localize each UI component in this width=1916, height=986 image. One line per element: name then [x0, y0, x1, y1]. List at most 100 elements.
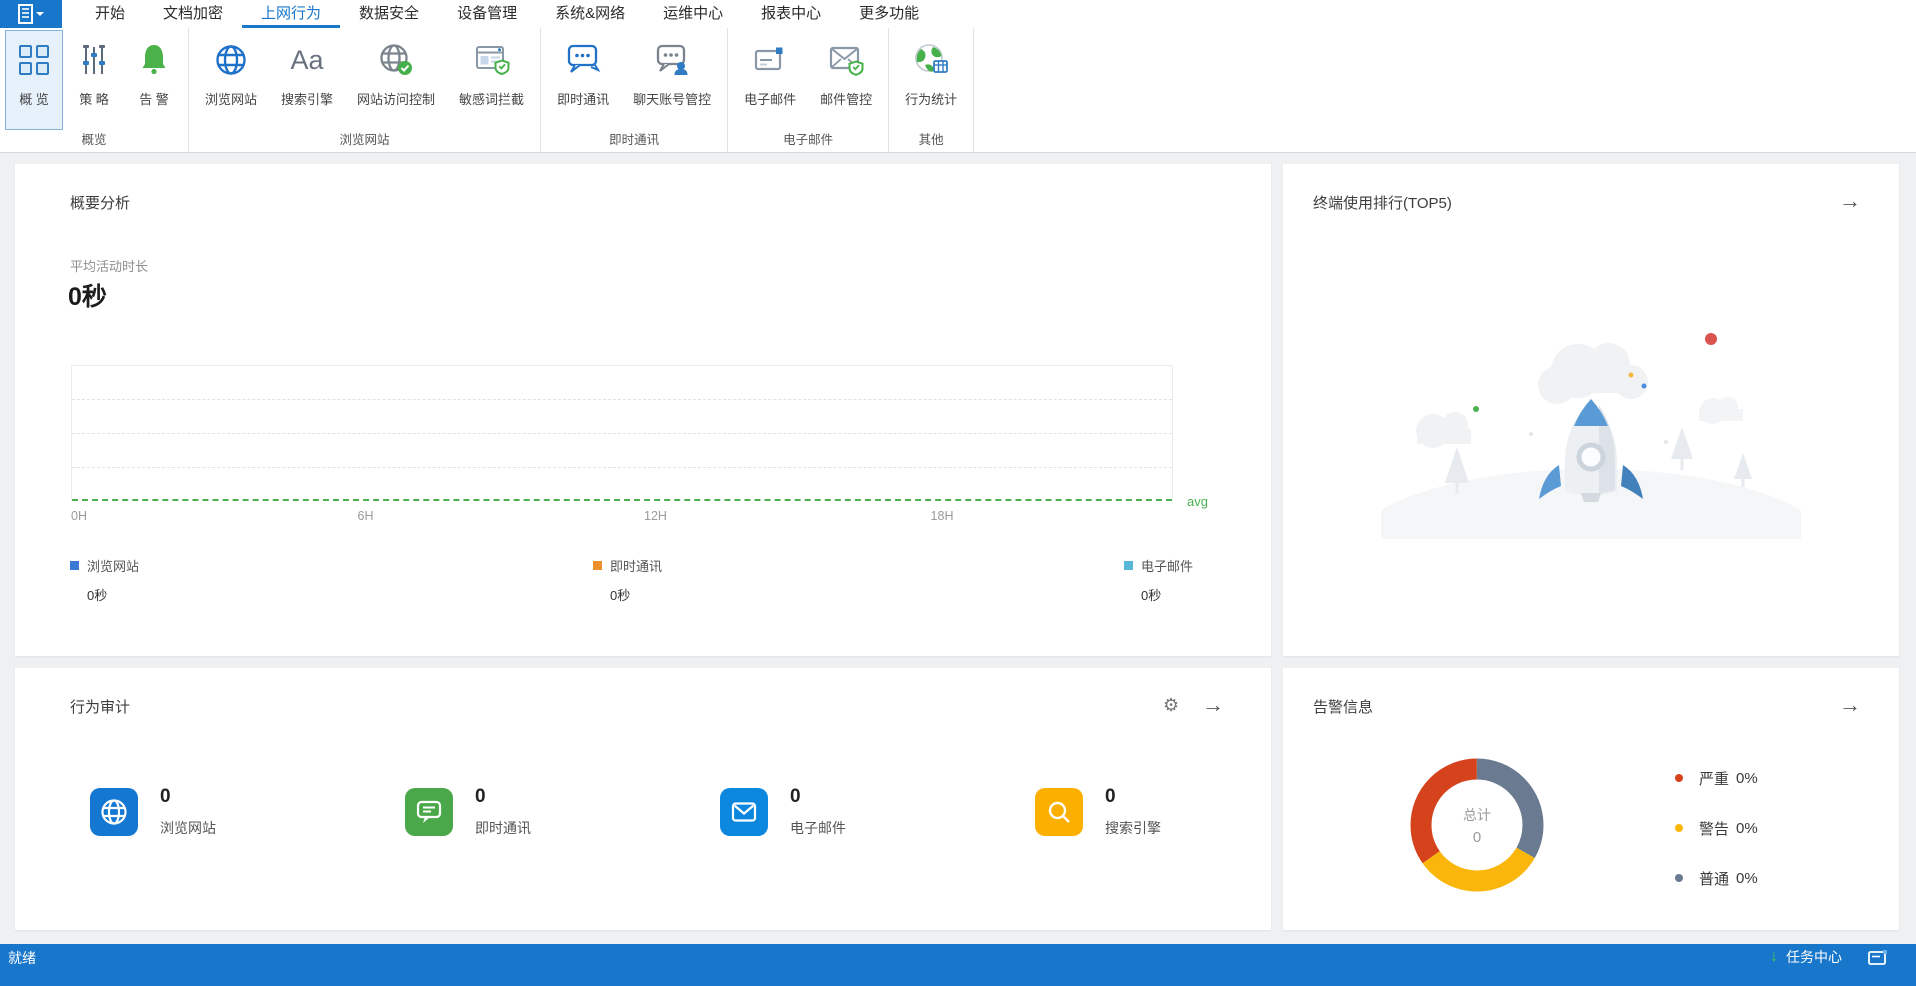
chart-gridline: [72, 467, 1172, 468]
chart-gridline: [72, 433, 1172, 434]
legend-dot: [1675, 874, 1683, 882]
ribbon-button-sensitive-words[interactable]: 敏感词拦截: [448, 30, 535, 130]
empty-state-rocket-illustration: [1381, 333, 1801, 539]
app-menu-button[interactable]: [0, 0, 62, 28]
aa-icon: Aa: [287, 37, 327, 83]
stat-value: 0: [790, 786, 801, 807]
chart-x-axis: 0H 6H 12H 18H: [71, 509, 1173, 525]
arrow-right-icon[interactable]: →: [1839, 694, 1861, 716]
task-center-button[interactable]: 任务中心: [1786, 947, 1842, 967]
notification-panel-icon[interactable]: [1868, 949, 1888, 965]
ribbon-button-behavior-stats[interactable]: 行为统计: [894, 30, 968, 130]
ribbon-button-browse-web[interactable]: 浏览网站: [194, 30, 268, 130]
ribbon-button-search-engine[interactable]: Aa 搜索引擎: [270, 30, 344, 130]
terminal-ranking-panel: 终端使用排行(TOP5) →: [1283, 164, 1899, 656]
tab-more-features[interactable]: 更多功能: [840, 0, 938, 28]
legend-swatch: [593, 561, 602, 570]
stat-label: 即时通讯: [475, 820, 531, 836]
globe-check-icon: [378, 37, 414, 83]
tab-web-behavior[interactable]: 上网行为: [242, 0, 340, 28]
summary-panel: 概要分析 平均活动时长 0秒 avg 0H 6H 12H 18H 浏览网站 0秒…: [15, 164, 1271, 656]
ribbon: 概 览 策 略 告 警 概览 浏览网站 Aa 搜索引擎 网站访问控制 敏感词拦截…: [0, 28, 1916, 153]
legend-value: 0%: [1736, 819, 1758, 837]
ribbon-group-email: 电子邮件 邮件管控 电子邮件: [728, 28, 890, 152]
legend-dot: [1675, 774, 1683, 782]
avg-reference-line: [72, 499, 1172, 501]
ribbon-button-web-access-control[interactable]: 网站访问控制: [346, 30, 446, 130]
menu-bar: 开始 文档加密 上网行为 数据安全 设备管理 系统&网络 运维中心 报表中心 更…: [0, 0, 1916, 28]
globe-icon: [90, 788, 138, 836]
legend-swatch: [70, 561, 79, 570]
grid-icon: [17, 37, 51, 83]
x-tick: 6H: [357, 509, 374, 523]
status-bar: 就绪 ↓ 任务中心: [0, 944, 1916, 986]
stat-label: 电子邮件: [790, 820, 846, 836]
stat-label: 浏览网站: [160, 820, 216, 836]
legend-value: 0%: [1736, 769, 1758, 787]
audit-stat-search[interactable]: 0 搜索引擎: [1035, 786, 1161, 838]
avg-line-label: avg: [1187, 494, 1208, 509]
globe-icon: [214, 37, 248, 83]
donut-center: 总计 0: [1402, 750, 1552, 900]
svg-text:Aa: Aa: [291, 45, 325, 75]
arrow-right-icon[interactable]: →: [1202, 694, 1224, 716]
ribbon-button-policy[interactable]: 策 略: [65, 30, 123, 130]
alert-info-panel: 告警信息 → 总计 0 严重 0% 警告 0% 普通 0%: [1283, 668, 1899, 930]
tab-device-mgmt[interactable]: 设备管理: [438, 0, 536, 28]
audit-stat-browse-web[interactable]: 0 浏览网站: [90, 786, 216, 838]
x-tick: 0H: [71, 509, 87, 523]
gear-icon[interactable]: ⚙: [1163, 696, 1179, 714]
activity-line-chart: avg: [71, 365, 1208, 509]
x-tick: 12H: [644, 509, 667, 523]
ribbon-group-label: 概览: [81, 133, 107, 147]
page-shield-icon: [474, 37, 510, 83]
tab-start[interactable]: 开始: [76, 0, 144, 28]
arrow-right-icon[interactable]: →: [1839, 190, 1861, 212]
x-tick: 18H: [930, 509, 954, 523]
tab-system-network[interactable]: 系统&网络: [536, 0, 644, 28]
ribbon-button-mail-control[interactable]: 邮件管控: [809, 30, 883, 130]
legend-label: 电子邮件: [1141, 559, 1194, 574]
legend-label: 警告: [1699, 820, 1730, 838]
ribbon-button-alert[interactable]: 告 警: [125, 30, 183, 130]
legend-label: 普通: [1699, 870, 1730, 888]
search-icon: [1035, 788, 1083, 836]
legend-label: 严重: [1699, 770, 1730, 788]
behavior-audit-title: 行为审计: [70, 699, 131, 716]
legend-item-email[interactable]: 电子邮件 0秒: [1124, 556, 1193, 604]
legend-item-im[interactable]: 即时通讯 0秒: [593, 556, 662, 604]
ribbon-button-overview[interactable]: 概 览: [5, 30, 63, 130]
tab-doc-encrypt[interactable]: 文档加密: [144, 0, 242, 28]
tab-report-center[interactable]: 报表中心: [742, 0, 840, 28]
audit-stat-email[interactable]: 0 电子邮件: [720, 786, 846, 838]
ribbon-group-label: 其他: [918, 133, 944, 147]
legend-item-browse-web[interactable]: 浏览网站 0秒: [70, 556, 139, 604]
chart-gridline: [72, 399, 1172, 400]
app-menu-icon: [18, 4, 44, 24]
ribbon-button-im[interactable]: 即时通讯: [546, 30, 620, 130]
alert-legend-warning: 警告 0%: [1675, 818, 1758, 838]
audit-stat-im[interactable]: 0 即时通讯: [405, 786, 531, 838]
mail-icon: [752, 37, 788, 83]
tab-ops-center[interactable]: 运维中心: [644, 0, 742, 28]
ribbon-button-email[interactable]: 电子邮件: [733, 30, 807, 130]
legend-value: 0%: [1736, 869, 1758, 887]
donut-total-value: 0: [1472, 828, 1482, 846]
chat-user-icon: [654, 37, 690, 83]
legend-label: 即时通讯: [610, 559, 663, 574]
ribbon-group-label: 即时通讯: [609, 133, 660, 147]
stat-value: 0: [1105, 786, 1116, 807]
ribbon-group-other: 行为统计 其他: [889, 28, 975, 152]
ribbon-button-chat-account[interactable]: 聊天账号管控: [622, 30, 722, 130]
legend-label: 浏览网站: [87, 559, 140, 574]
ribbon-group-label: 浏览网站: [339, 133, 390, 147]
legend-value: 0秒: [1141, 588, 1162, 603]
menu-tabs: 开始 文档加密 上网行为 数据安全 设备管理 系统&网络 运维中心 报表中心 更…: [76, 0, 938, 28]
donut-total-label: 总计: [1463, 806, 1491, 823]
behavior-audit-panel: 行为审计 ⚙ → 0 浏览网站 0 即时通讯 0 电子邮件 0 搜索引擎: [15, 668, 1271, 930]
alert-donut-chart: 总计 0: [1402, 750, 1552, 900]
ribbon-group-websites: 浏览网站 Aa 搜索引擎 网站访问控制 敏感词拦截 浏览网站: [189, 28, 542, 152]
avg-activity-label: 平均活动时长: [70, 259, 149, 274]
alert-info-title: 告警信息: [1313, 699, 1374, 716]
tab-data-security[interactable]: 数据安全: [340, 0, 438, 28]
